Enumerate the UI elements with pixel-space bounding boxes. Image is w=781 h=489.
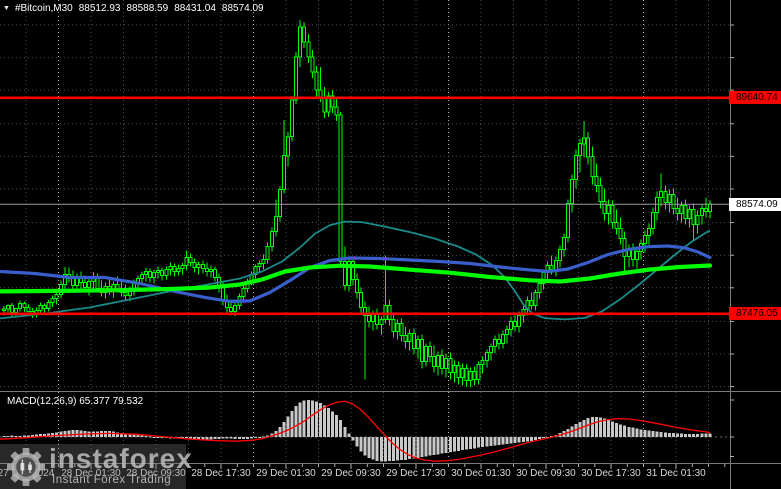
support-price-tag: 87476.05 bbox=[729, 307, 781, 321]
symbol-period-label: #Bitcoin,M30 bbox=[14, 3, 73, 14]
time-tick-label: 30 Dec 17:30 bbox=[581, 468, 641, 479]
watermark-brand-text: instaforex bbox=[49, 443, 193, 474]
chart-title: ▼ #Bitcoin,M30 88512.93 88588.59 88431.04 885… bbox=[3, 3, 270, 14]
ohlc-close: 88574.09 bbox=[221, 3, 264, 14]
ohlc-low: 88431.04 bbox=[174, 3, 216, 14]
time-tick-label: 30 Dec 09:30 bbox=[516, 468, 576, 479]
mt4-chart-window: ▼ #Bitcoin,M30 88512.93 88588.59 88431.04 885… bbox=[0, 0, 781, 489]
ohlc-open: 88512.93 bbox=[78, 3, 121, 14]
current-price-tag: 88574.09 bbox=[729, 197, 781, 211]
price-axis[interactable]: 90369.8090043.1089716.4089379.8089053.10… bbox=[730, 0, 781, 489]
time-tick-label: 29 Dec 17:30 bbox=[386, 468, 446, 479]
time-tick-label: 30 Dec 01:30 bbox=[451, 468, 511, 479]
candlestick-chart-canvas[interactable] bbox=[0, 0, 781, 489]
symbol-dropdown-icon[interactable]: ▼ bbox=[3, 5, 10, 12]
broker-watermark: instaforex Instant Forex Trading bbox=[0, 443, 192, 489]
ohlc-high: 88588.59 bbox=[126, 3, 169, 14]
watermark-tagline-text: Instant Forex Trading bbox=[52, 474, 172, 486]
time-tick-label: 29 Dec 01:30 bbox=[256, 468, 316, 479]
resistance-price-tag: 89640.74 bbox=[729, 91, 781, 105]
instaforex-gear-logo-icon bbox=[7, 448, 45, 486]
time-tick-label: 28 Dec 17:30 bbox=[191, 468, 251, 479]
macd-indicator-label: MACD(12,26,9) 65.377 79.532 bbox=[7, 396, 144, 407]
time-tick-label: 31 Dec 01:30 bbox=[646, 468, 706, 479]
time-tick-label: 29 Dec 09:30 bbox=[321, 468, 381, 479]
